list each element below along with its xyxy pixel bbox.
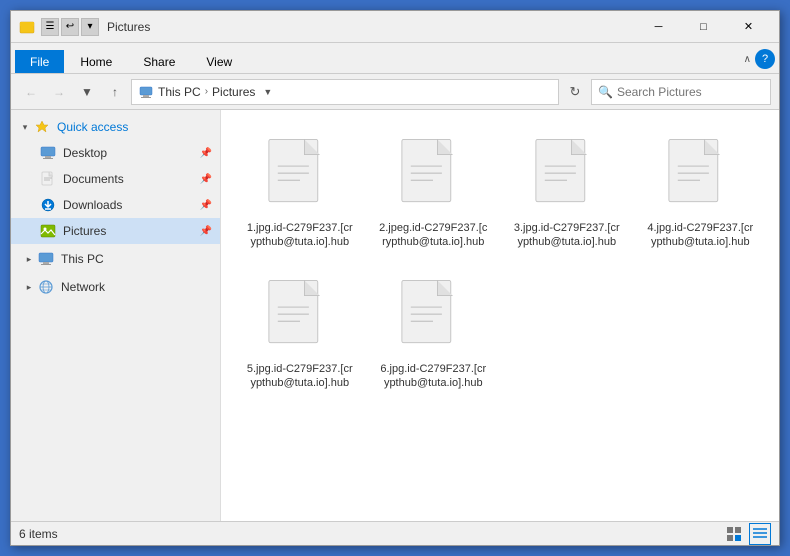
details-view-button[interactable] [749, 523, 771, 545]
documents-pin-icon: 📌 [200, 174, 212, 185]
file-item-4[interactable]: 5.jpg.id-C279F237.[crypthub@tuta.io].hub [237, 267, 363, 400]
file-icon-3 [660, 135, 740, 215]
quick-access-expand: ▾ [19, 122, 31, 133]
network-section: ▸ Network [11, 274, 220, 300]
forward-button[interactable]: → [47, 80, 71, 104]
quick-access-label: Quick access [57, 120, 128, 134]
search-box[interactable]: 🔍 [591, 79, 771, 105]
pictures-icon [39, 222, 57, 240]
path-this-pc[interactable]: This PC [158, 85, 201, 99]
item-count: 6 items [19, 527, 58, 541]
quick-access-icon [33, 118, 51, 136]
network-expand: ▸ [23, 282, 35, 293]
file-item-2[interactable]: 3.jpg.id-C279F237.[crypthub@tuta.io].hub [504, 126, 630, 259]
this-pc-section: ▸ This PC [11, 246, 220, 272]
file-item-3[interactable]: 4.jpg.id-C279F237.[crypthub@tuta.io].hub [638, 126, 764, 259]
tab-home[interactable]: Home [65, 50, 127, 73]
sidebar-network-label: Network [61, 280, 105, 294]
tab-file[interactable]: File [15, 50, 64, 73]
sidebar-this-pc[interactable]: ▸ This PC [11, 246, 220, 272]
qat-undo[interactable]: ↩ [61, 18, 79, 36]
address-path-bar[interactable]: This PC › Pictures ▼ [131, 79, 559, 105]
file-icon-5 [393, 276, 473, 356]
desktop-icon [39, 144, 57, 162]
ribbon: File Home Share View ∧ ? [11, 43, 779, 74]
file-name-4: 5.jpg.id-C279F237.[crypthub@tuta.io].hub [245, 362, 355, 391]
this-pc-expand: ▸ [23, 254, 35, 265]
sidebar-this-pc-label: This PC [61, 252, 104, 266]
pictures-pin-icon: 📌 [200, 226, 212, 237]
view-controls [723, 523, 771, 545]
path-dropdown-button[interactable]: ▼ [263, 87, 272, 97]
close-button[interactable]: ✕ [726, 11, 771, 43]
path-sep-1: › [205, 86, 208, 97]
downloads-pin-icon: 📌 [200, 200, 212, 211]
window-controls: ─ □ ✕ [636, 11, 771, 43]
documents-icon [39, 170, 57, 188]
explorer-window: ☰ ↩ ▾ Pictures ─ □ ✕ File Home Share Vie… [10, 10, 780, 546]
ribbon-help-area: ∧ ? [744, 49, 775, 73]
help-button[interactable]: ? [755, 49, 775, 69]
refresh-button[interactable]: ↻ [563, 80, 587, 104]
main-layout: ▾ Quick access Desktop 📌 [11, 110, 779, 521]
this-pc-sidebar-icon [37, 250, 55, 268]
ribbon-collapse-button[interactable]: ∧ [744, 54, 751, 65]
file-item-5[interactable]: 6.jpg.id-C279F237.[crypthub@tuta.io].hub [371, 267, 497, 400]
large-icon-view-button[interactable] [723, 523, 745, 545]
minimize-button[interactable]: ─ [636, 11, 681, 43]
back-button[interactable]: ← [19, 80, 43, 104]
address-bar: ← → ▼ ↑ This PC › Pictures ▼ ↻ 🔍 [11, 74, 779, 110]
file-icon-0 [260, 135, 340, 215]
desktop-pin-icon: 📌 [200, 148, 212, 159]
up-button[interactable]: ↑ [103, 80, 127, 104]
sidebar: ▾ Quick access Desktop 📌 [11, 110, 221, 521]
file-icon-2 [527, 135, 607, 215]
downloads-icon [39, 196, 57, 214]
sidebar-downloads-label: Downloads [63, 198, 122, 212]
recent-locations-button[interactable]: ▼ [75, 80, 99, 104]
file-grid: 1.jpg.id-C279F237.[crypthub@tuta.io].hub… [221, 110, 779, 521]
window-icon [19, 18, 37, 36]
file-item-1[interactable]: 2.jpeg.id-C279F237.[crypthub@tuta.io].hu… [371, 126, 497, 259]
content-area: 1.jpg.id-C279F237.[crypthub@tuta.io].hub… [221, 110, 779, 521]
file-icon-1 [393, 135, 473, 215]
file-icon-4 [260, 276, 340, 356]
sidebar-item-downloads[interactable]: Downloads 📌 [11, 192, 220, 218]
sidebar-documents-label: Documents [63, 172, 124, 186]
ribbon-tabs: File Home Share View ∧ ? [11, 43, 779, 73]
maximize-button[interactable]: □ [681, 11, 726, 43]
sidebar-quick-access[interactable]: ▾ Quick access [11, 114, 220, 140]
quick-access-section: ▾ Quick access Desktop 📌 [11, 114, 220, 244]
sidebar-desktop-label: Desktop [63, 146, 107, 160]
sidebar-item-pictures[interactable]: Pictures 📌 [11, 218, 220, 244]
sidebar-item-desktop[interactable]: Desktop 📌 [11, 140, 220, 166]
file-name-2: 3.jpg.id-C279F237.[crypthub@tuta.io].hub [512, 221, 622, 250]
sidebar-network[interactable]: ▸ Network [11, 274, 220, 300]
title-bar: ☰ ↩ ▾ Pictures ─ □ ✕ [11, 11, 779, 43]
qat-properties[interactable]: ☰ [41, 18, 59, 36]
sidebar-pictures-label: Pictures [63, 224, 106, 238]
tab-view[interactable]: View [191, 50, 247, 73]
status-bar: 6 items [11, 521, 779, 545]
search-icon: 🔍 [598, 85, 613, 99]
file-item-0[interactable]: 1.jpg.id-C279F237.[crypthub@tuta.io].hub [237, 126, 363, 259]
network-icon [37, 278, 55, 296]
file-name-5: 6.jpg.id-C279F237.[crypthub@tuta.io].hub [378, 362, 488, 391]
file-name-0: 1.jpg.id-C279F237.[crypthub@tuta.io].hub [245, 221, 355, 250]
file-name-1: 2.jpeg.id-C279F237.[crypthub@tuta.io].hu… [378, 221, 488, 250]
qat-customize[interactable]: ▾ [81, 18, 99, 36]
search-input[interactable] [617, 85, 764, 99]
file-name-3: 4.jpg.id-C279F237.[crypthub@tuta.io].hub [645, 221, 755, 250]
sidebar-item-documents[interactable]: Documents 📌 [11, 166, 220, 192]
window-title: Pictures [103, 20, 636, 34]
path-pictures[interactable]: Pictures [212, 85, 255, 99]
quick-access-toolbar: ☰ ↩ ▾ [41, 18, 99, 36]
tab-share[interactable]: Share [128, 50, 190, 73]
this-pc-icon [138, 84, 154, 100]
